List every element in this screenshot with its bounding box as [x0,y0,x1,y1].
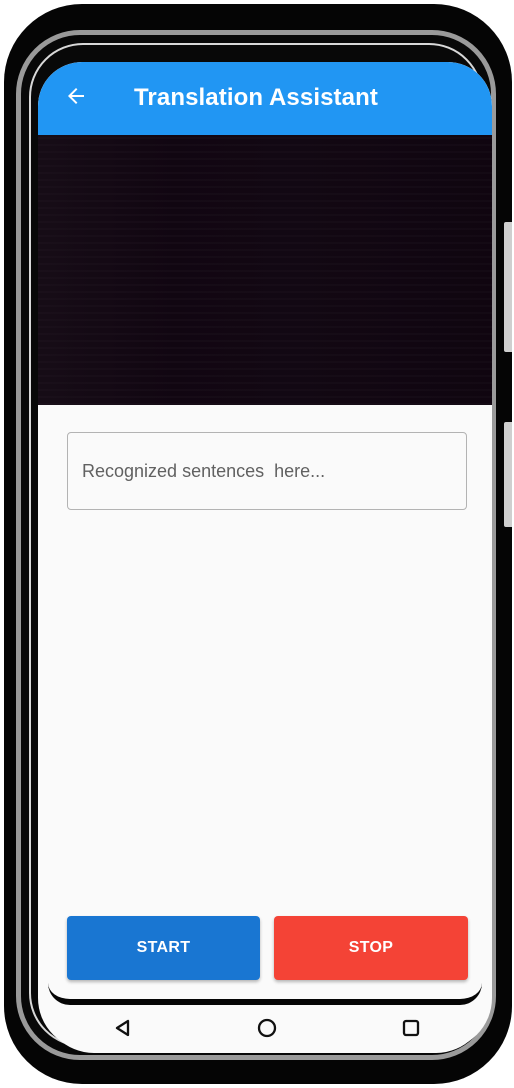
square-recents-icon[interactable] [399,1016,423,1040]
phone-device: Translation Assistant Recognized sentenc… [4,4,512,1084]
recognized-sentences-field[interactable]: Recognized sentences here... [67,432,467,510]
circle-home-icon[interactable] [255,1016,279,1040]
power-button [504,422,512,527]
arrow-left-icon[interactable] [64,84,88,108]
page-title: Translation Assistant [134,84,378,111]
app-screen: Translation Assistant Recognized sentenc… [38,62,492,1050]
volume-button [504,222,512,352]
camera-preview [38,135,492,405]
triangle-back-icon[interactable] [111,1016,135,1040]
start-button[interactable]: START [67,916,260,980]
recognized-sentences-placeholder: Recognized sentences here... [82,461,326,481]
screen-bottom-edge [48,983,482,1005]
stop-button[interactable]: STOP [274,916,468,980]
app-bar: Translation Assistant [38,62,492,135]
